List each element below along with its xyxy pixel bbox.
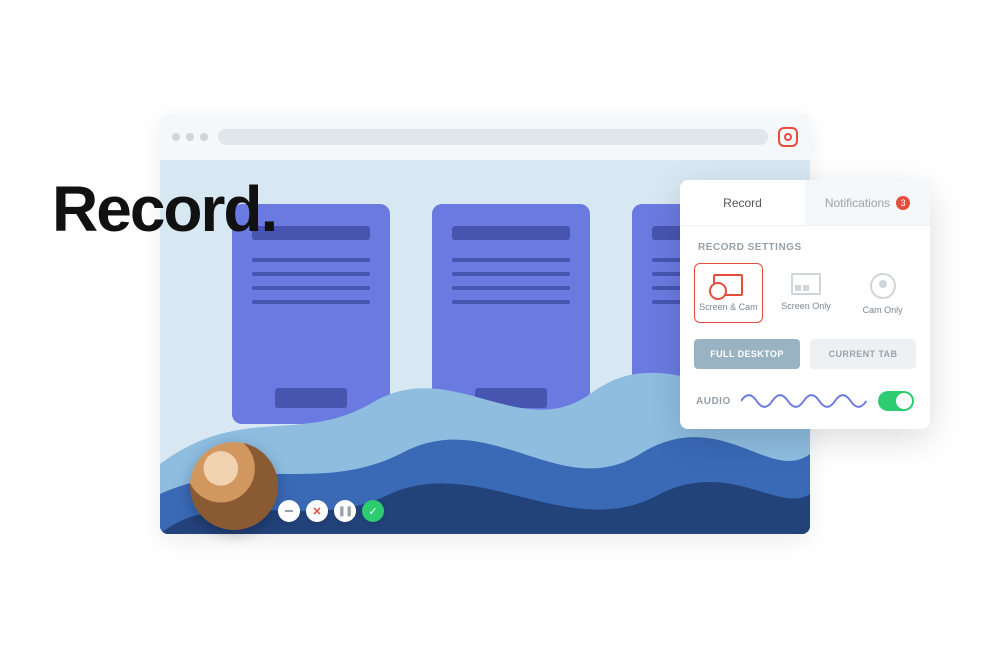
card-text-line [252, 286, 370, 290]
record-mode-row: Screen & Cam Screen Only Cam Only [680, 263, 930, 323]
dot-icon [200, 133, 208, 141]
card-text-line [452, 300, 570, 304]
cam-icon [870, 273, 896, 299]
record-settings-heading: RECORD SETTINGS [680, 226, 930, 263]
stage: Record. [0, 0, 981, 654]
full-desktop-button[interactable]: FULL DESKTOP [694, 339, 800, 369]
stop-button[interactable]: ✕ [306, 500, 328, 522]
browser-chrome [160, 114, 810, 160]
notification-count-badge: 3 [896, 196, 910, 210]
window-traffic-dots [172, 133, 208, 141]
audio-waveform-icon [741, 391, 868, 411]
recording-controls: ✕ ❚❚ ✓ [278, 500, 384, 522]
mode-screen-only-label: Screen Only [781, 301, 831, 311]
card-text-line [252, 300, 370, 304]
dot-icon [186, 133, 194, 141]
panel-tabs: Record Notifications 3 [680, 180, 930, 226]
card-text-line [452, 258, 570, 262]
card-text-line [252, 258, 370, 262]
card-heading-bar [452, 226, 570, 240]
mode-screen-cam-label: Screen & Cam [699, 302, 758, 312]
card-text-line [452, 272, 570, 276]
mode-cam-only-label: Cam Only [863, 305, 903, 315]
mode-screen-and-cam[interactable]: Screen & Cam [694, 263, 763, 323]
screen-cam-icon [713, 274, 743, 296]
mode-cam-only[interactable]: Cam Only [849, 263, 916, 323]
confirm-button[interactable]: ✓ [362, 500, 384, 522]
capture-scope-row: FULL DESKTOP CURRENT TAB [680, 323, 930, 383]
current-tab-label: CURRENT TAB [829, 349, 898, 359]
logo-inner-icon [784, 133, 792, 141]
current-tab-button[interactable]: CURRENT TAB [810, 339, 916, 369]
tab-notifications[interactable]: Notifications 3 [805, 180, 930, 225]
screen-icon [791, 273, 821, 295]
minimize-button[interactable] [278, 500, 300, 522]
app-logo-icon[interactable] [778, 127, 798, 147]
tab-notifications-label: Notifications [825, 196, 890, 210]
audio-toggle[interactable] [878, 391, 914, 411]
audio-row: AUDIO [680, 383, 930, 411]
address-bar[interactable] [218, 129, 768, 145]
tab-record-label: Record [723, 196, 762, 210]
full-desktop-label: FULL DESKTOP [710, 349, 783, 359]
dot-icon [172, 133, 180, 141]
page-title: Record. [52, 172, 276, 246]
tab-record[interactable]: Record [680, 180, 805, 225]
audio-label: AUDIO [696, 396, 731, 407]
camera-bubble[interactable] [190, 442, 278, 530]
card-text-line [252, 272, 370, 276]
mode-screen-only[interactable]: Screen Only [773, 263, 840, 323]
pause-button[interactable]: ❚❚ [334, 500, 356, 522]
card-text-line [452, 286, 570, 290]
recorder-panel: Record Notifications 3 RECORD SETTINGS S… [680, 180, 930, 429]
